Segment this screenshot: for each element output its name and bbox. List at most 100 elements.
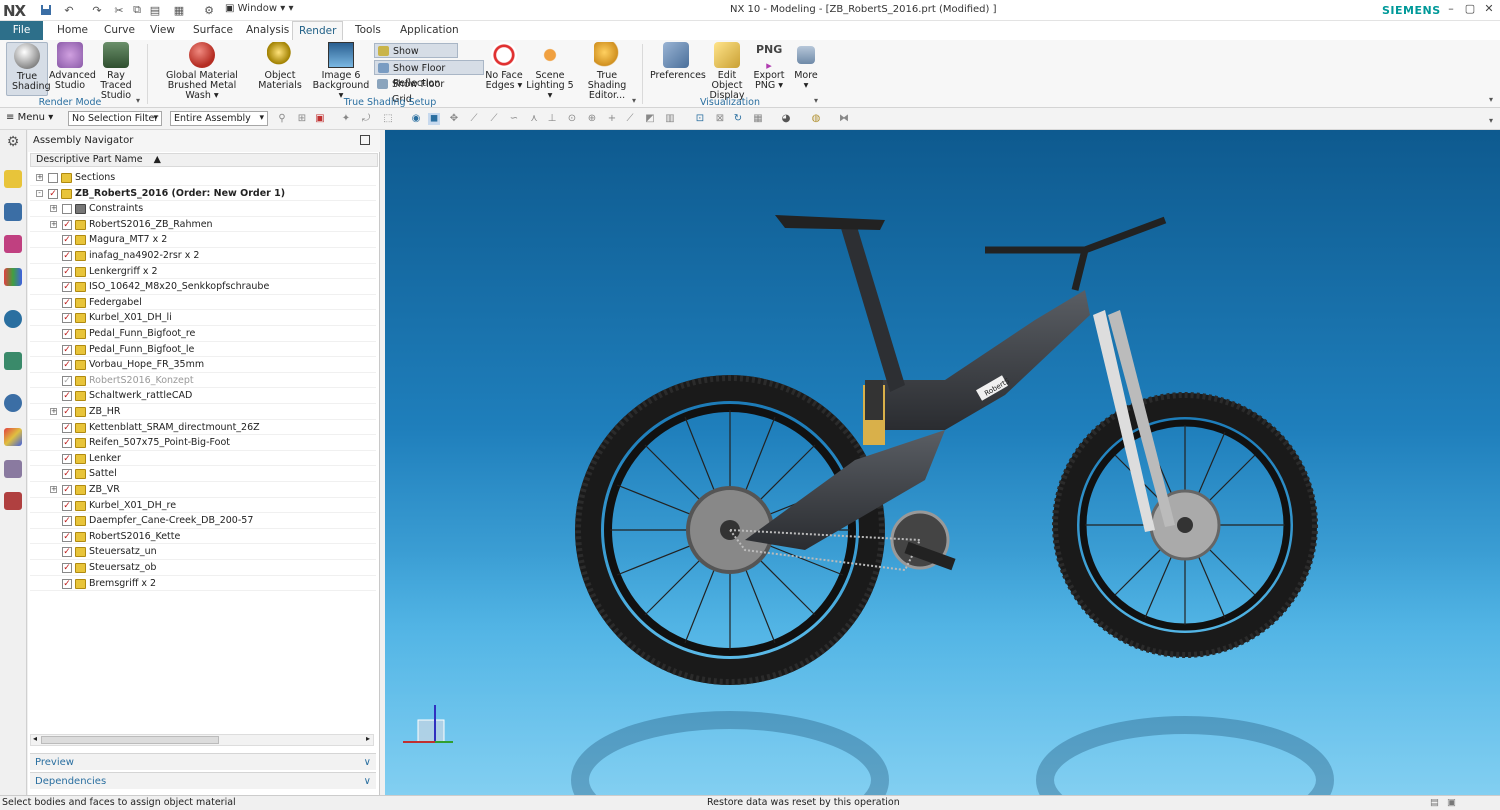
visibility-checkbox[interactable]: ✓ — [62, 547, 72, 558]
constraint-navigator-icon[interactable] — [4, 203, 22, 221]
snap-icon[interactable]: ⚲ — [276, 113, 288, 125]
tree-row[interactable]: - ✓ ZB_RobertS_2016 (Order: New Order 1) — [30, 186, 376, 202]
show-floor-grid-toggle[interactable]: Show Floor Grid — [374, 77, 464, 105]
column-header[interactable]: Descriptive Part Name ▲ — [30, 153, 378, 167]
part-navigator-icon[interactable] — [4, 235, 22, 253]
true-shading-button[interactable]: True Shading — [6, 42, 51, 96]
point-on-face-icon[interactable]: ◩ — [644, 113, 656, 125]
reuse-library-icon[interactable] — [4, 268, 22, 286]
tree-row[interactable]: ✓ Pedal_Funn_Bigfoot_le — [30, 342, 376, 358]
endpoint-icon[interactable]: ⟋ — [468, 113, 480, 125]
tab-application[interactable]: Application — [394, 21, 465, 40]
save-icon[interactable] — [39, 3, 53, 17]
assembly-navigator-icon[interactable] — [4, 170, 22, 188]
scrollbar-thumb[interactable] — [41, 736, 219, 744]
bounded-grid-icon[interactable]: ▥ — [664, 113, 676, 125]
visibility-checkbox[interactable]: ✓ — [62, 251, 72, 261]
snap-point-icon[interactable]: ✥ — [448, 113, 460, 125]
visibility-checkbox[interactable]: ✓ — [62, 219, 72, 230]
visibility-checkbox[interactable]: ✓ — [62, 500, 72, 511]
group-expand-icon[interactable]: ▾ — [632, 96, 636, 105]
quadrant-icon[interactable]: ⊕ — [586, 113, 598, 125]
preview-panel[interactable]: Preview ∨ — [30, 753, 376, 770]
face-edges-button[interactable]: No Face Edges ▾ — [485, 42, 523, 91]
clip-section-icon[interactable]: ⧓ — [838, 113, 850, 125]
tab-surface[interactable]: Surface — [187, 21, 239, 40]
status-window-icon[interactable]: ▣ — [1447, 796, 1456, 810]
visibility-checkbox[interactable]: ✓ — [62, 485, 72, 495]
tree-row[interactable]: ✓ Magura_MT7 x 2 — [30, 232, 376, 248]
tree-row[interactable]: ✓ Daempfer_Cane-Creek_DB_200-57 — [30, 513, 376, 529]
object-materials-button[interactable]: Object Materials — [256, 42, 304, 91]
visibility-checkbox[interactable]: ✓ — [48, 188, 58, 199]
maximize-icon[interactable]: ▢ — [1461, 2, 1479, 18]
deselect-icon[interactable]: ✦ — [340, 113, 352, 125]
zoom-icon[interactable]: ⊠ — [714, 113, 726, 125]
tree-row[interactable]: ✓ Bremsgriff x 2 — [30, 576, 376, 592]
tree-row[interactable]: ✓ Lenkergriff x 2 — [30, 264, 376, 280]
visibility-checkbox[interactable]: ✓ — [62, 297, 72, 308]
fit-icon[interactable]: ⊡ — [694, 113, 706, 125]
tab-analysis[interactable]: Analysis — [240, 21, 295, 40]
tree-row[interactable]: ✓ ISO_10642_M8x20_Senkkopfschraube — [30, 279, 376, 295]
tree-row[interactable]: ✓ RobertS2016_Kette — [30, 529, 376, 545]
visibility-checkbox[interactable]: ✓ — [62, 422, 72, 433]
graphics-window[interactable]: RobertS — [385, 130, 1500, 795]
group-expand-icon[interactable]: ▾ — [136, 96, 140, 105]
visibility-checkbox[interactable]: ✓ — [62, 360, 72, 371]
export-png-button[interactable]: PNG ▸ Export PNG ▾ — [752, 42, 786, 91]
visibility-checkbox[interactable]: ✓ — [62, 531, 72, 542]
visibility-checkbox[interactable]: ✓ — [62, 407, 72, 417]
hd3d-tools-icon[interactable] — [4, 310, 22, 328]
layout-icon[interactable]: ▦ — [172, 3, 186, 17]
group-expand-icon[interactable]: ▾ — [814, 96, 818, 105]
tree-row[interactable]: + ✓ ZB_VR — [30, 482, 376, 498]
command-icon[interactable]: ⚙ — [202, 3, 216, 17]
tab-view[interactable]: View — [144, 21, 181, 40]
tree-row[interactable]: ✓ Sattel — [30, 466, 376, 482]
visibility-checkbox[interactable]: ✓ — [62, 235, 72, 246]
tree-row[interactable]: ✓ Lenker — [30, 451, 376, 467]
visibility-checkbox[interactable]: ✓ — [62, 266, 72, 277]
filter-icon[interactable]: ⊞ — [296, 113, 308, 125]
expand-icon[interactable]: + — [50, 486, 57, 493]
arc-center-icon[interactable]: ⊙ — [566, 113, 578, 125]
gear-icon[interactable]: ⚙ — [4, 134, 22, 152]
tree-row[interactable]: ✓ Kurbel_X01_DH_re — [30, 498, 376, 514]
intersection-icon[interactable]: ⊥ — [546, 113, 558, 125]
tree-row[interactable]: ✓ Federgabel — [30, 295, 376, 311]
tree-row[interactable]: ✓ Vorbau_Hope_FR_35mm — [30, 357, 376, 373]
minimize-icon[interactable]: – — [1442, 2, 1460, 18]
copy-icon[interactable]: ⧉ — [130, 3, 144, 17]
tree-row[interactable]: ✓ Kurbel_X01_DH_li — [30, 310, 376, 326]
true-shading-editor-button[interactable]: True Shading Editor... — [578, 42, 636, 101]
tree-row[interactable]: ✓ Reifen_507x75_Point-Big-Foot — [30, 435, 376, 451]
control-point-icon[interactable]: ⋏ — [528, 113, 540, 125]
visibility-checkbox[interactable]: ✓ — [62, 578, 72, 589]
box-select-icon[interactable]: ◼ — [428, 113, 440, 125]
history-icon[interactable] — [4, 394, 22, 412]
scroll-right-icon[interactable]: ▸ — [366, 734, 370, 743]
toolbar-options-icon[interactable]: ▾ — [1489, 116, 1493, 125]
tree-row[interactable]: + ✓ ZB_HR — [30, 404, 376, 420]
background-button[interactable]: Image 6 Background ▾ — [310, 42, 372, 101]
tree-row[interactable]: + ✓ RobertS2016_ZB_Rahmen — [30, 217, 376, 233]
close-icon[interactable]: ✕ — [1480, 2, 1498, 18]
reset-icon[interactable]: ⤾ — [360, 113, 372, 125]
paste-icon[interactable]: ▤ — [148, 3, 162, 17]
expand-icon[interactable]: + — [36, 174, 43, 181]
tree-row[interactable]: ✓ Pedal_Funn_Bigfoot_re — [30, 326, 376, 342]
lasso-icon[interactable]: ◉ — [410, 113, 422, 125]
point-on-curve-icon[interactable]: ⟋ — [624, 113, 636, 125]
web-browser-icon[interactable] — [4, 352, 22, 370]
visibility-checkbox[interactable] — [62, 204, 72, 215]
visibility-checkbox[interactable]: ✓ — [62, 469, 72, 480]
ray-traced-studio-button[interactable]: Ray Traced Studio — [93, 42, 139, 101]
show-shadows-toggle[interactable]: Show Shadows — [374, 43, 458, 72]
preferences-button[interactable]: Preferences — [650, 42, 706, 81]
render-style-icon[interactable]: ◕ — [780, 113, 792, 125]
process-studio-icon[interactable] — [4, 460, 22, 478]
redo-icon[interactable]: ↷ — [90, 3, 104, 17]
tab-curve[interactable]: Curve — [98, 21, 141, 40]
tree-row[interactable]: ✓ Schaltwerk_rattleCAD — [30, 388, 376, 404]
